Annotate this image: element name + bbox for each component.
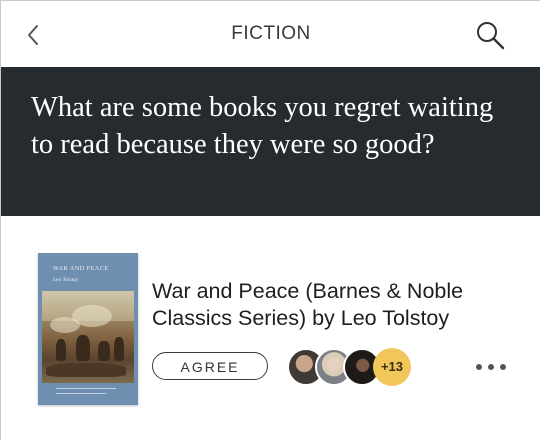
agree-avatars[interactable]: +13 <box>287 348 417 386</box>
cover-title: WAR AND PEACE <box>53 266 109 272</box>
more-options-button[interactable] <box>475 360 509 372</box>
cover-painting <box>42 291 134 383</box>
more-horizontal-icon <box>476 364 506 370</box>
painting-figure <box>46 363 126 377</box>
page-title: FICTION <box>231 23 311 44</box>
question-banner: What are some books you regret waiting t… <box>1 67 540 216</box>
agree-button[interactable]: AGREE <box>152 352 268 380</box>
cover-author: Leo Tolstoy <box>53 277 79 283</box>
book-cover[interactable]: WAR AND PEACE Leo Tolstoy <box>38 253 138 405</box>
question-text: What are some books you regret waiting t… <box>31 92 494 160</box>
app-frame: FICTION What are some books you regret w… <box>0 0 540 441</box>
cover-header: WAR AND PEACE Leo Tolstoy <box>38 253 138 291</box>
agree-count-badge: +13 <box>373 348 411 386</box>
search-icon <box>477 22 505 50</box>
book-title[interactable]: War and Peace (Barnes & Noble Classics S… <box>152 278 512 332</box>
cover-fineprint-line <box>56 393 106 394</box>
search-button[interactable] <box>473 18 507 52</box>
painting-smoke <box>50 317 80 333</box>
painting-figure <box>114 337 124 361</box>
painting-figure <box>56 339 66 361</box>
cover-footer <box>38 383 138 405</box>
painting-figure <box>76 335 90 361</box>
top-bar: FICTION <box>1 1 540 67</box>
cover-fineprint-line <box>56 388 116 389</box>
painting-figure <box>98 341 110 361</box>
answer-card: WAR AND PEACE Leo Tolstoy War and Peace … <box>1 216 540 441</box>
